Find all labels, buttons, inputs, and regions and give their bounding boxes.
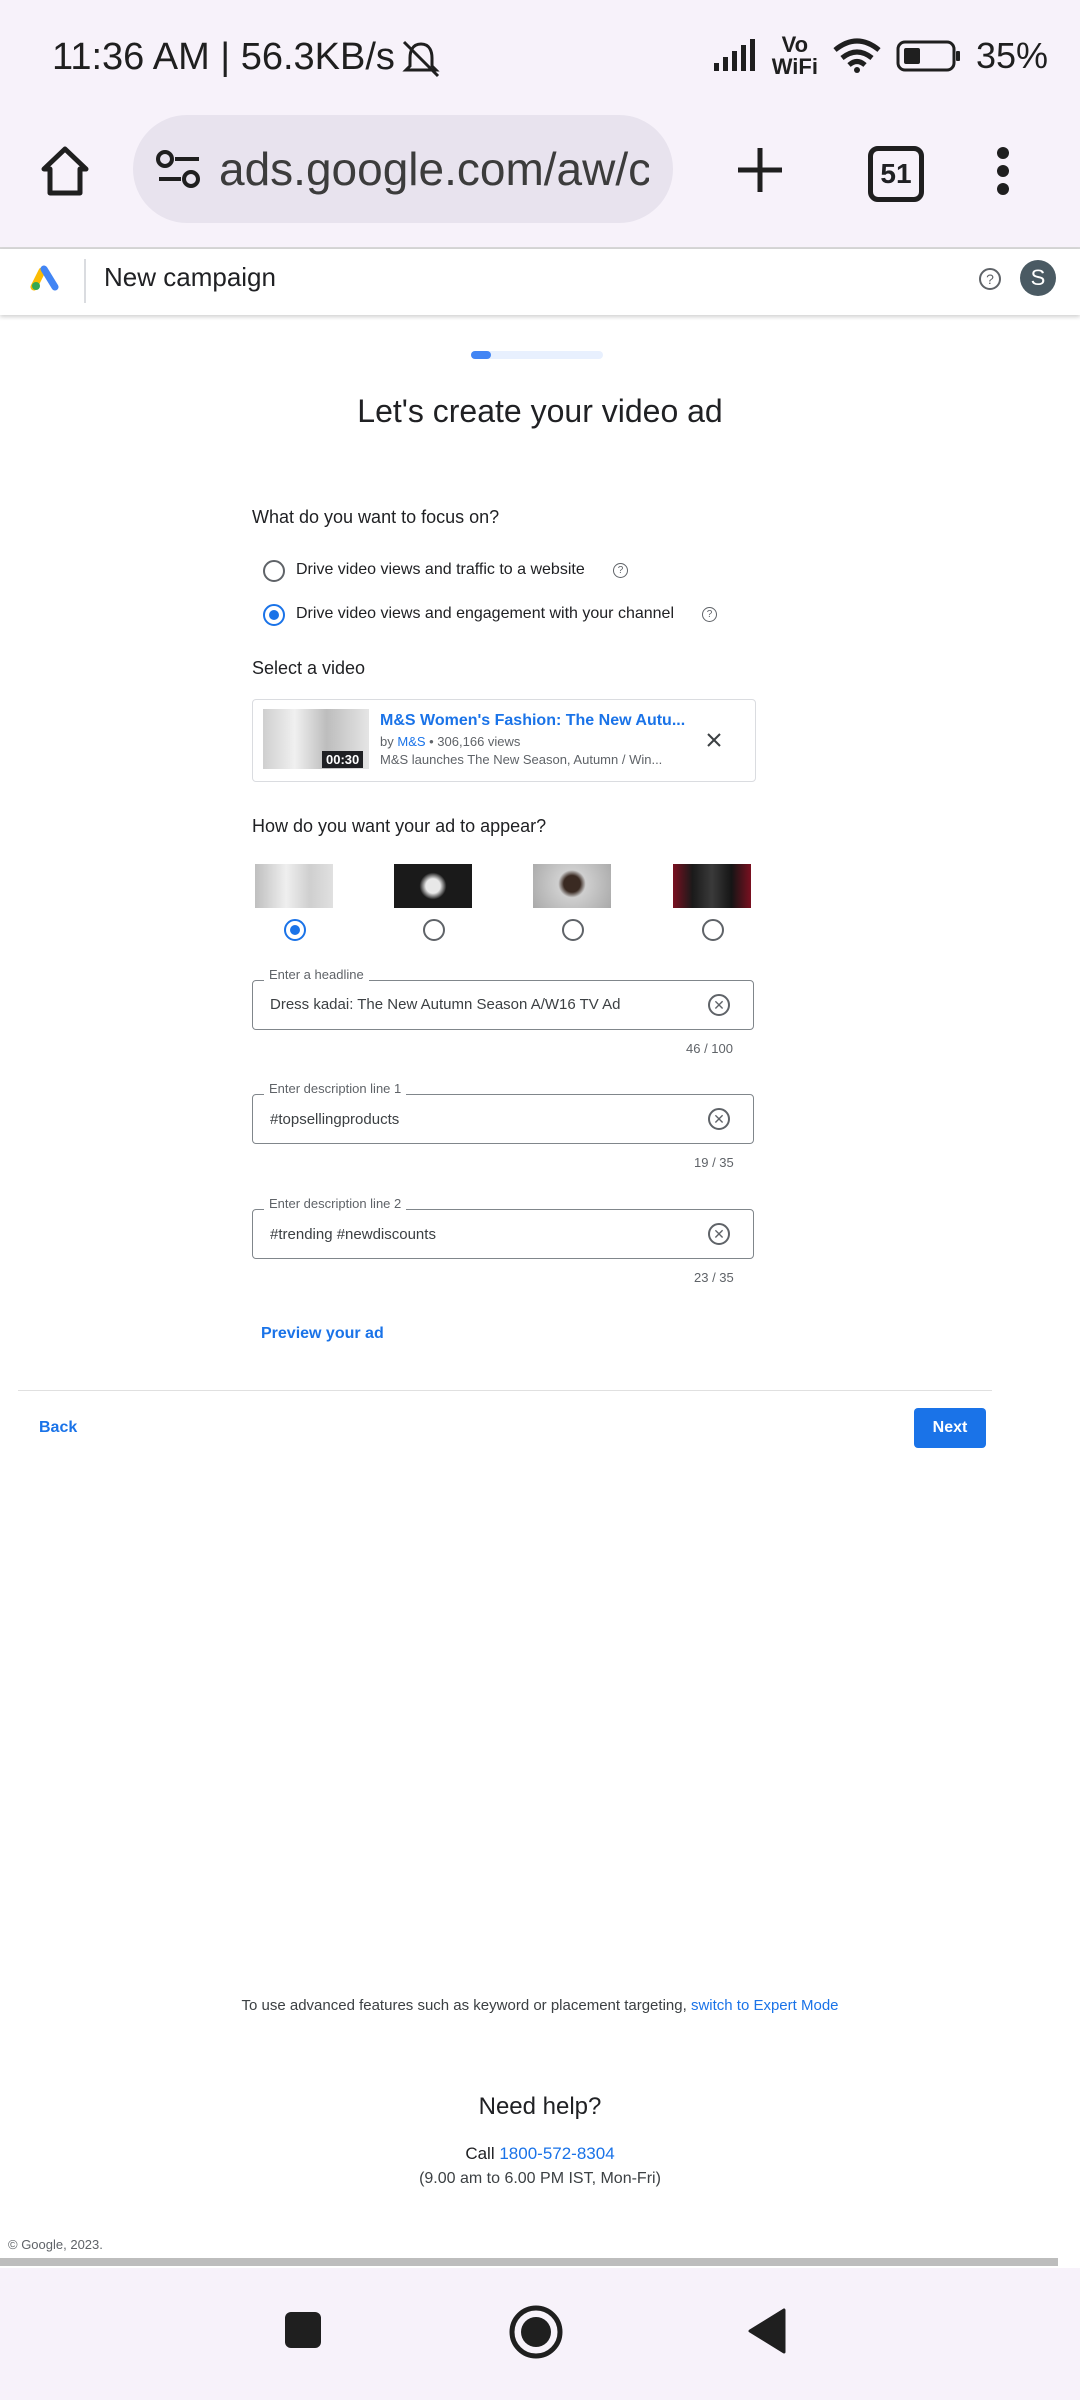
layout-option-3-radio[interactable] <box>562 919 584 941</box>
headline-field-label: Enter a headline <box>264 967 369 982</box>
appearance-label: How do you want your ad to appear? <box>252 816 547 836</box>
video-title[interactable]: M&S Women's Fashion: The New Autu... <box>380 712 685 730</box>
video-views: • 306,166 views <box>425 734 521 749</box>
description-2-field-label: Enter description line 2 <box>264 1196 407 1211</box>
headline-counter: 46 / 100 <box>686 1041 733 1056</box>
clear-description-2-icon[interactable]: ✕ <box>708 1223 730 1245</box>
focus-channel-radio[interactable] <box>263 604 285 626</box>
horizontal-scrollbar[interactable] <box>0 2258 1058 2266</box>
url-text[interactable]: ads.google.com/aw/c <box>219 142 649 196</box>
description-2-counter: 23 / 35 <box>694 1270 734 1285</box>
video-meta: by M&S • 306,166 views <box>380 734 520 749</box>
copyright: © Google, 2023. <box>8 2237 103 2252</box>
status-time: 11:36 AM | 56.3KB/s <box>52 36 395 78</box>
back-nav-icon[interactable] <box>746 2306 788 2356</box>
progress-fill <box>471 351 491 359</box>
video-channel-link[interactable]: M&S <box>397 734 425 749</box>
video-description: M&S launches The New Season, Autumn / Wi… <box>380 752 663 767</box>
wifi-icon <box>833 38 881 73</box>
phone-link[interactable]: 1800-572-8304 <box>499 2144 614 2163</box>
layout-option-1-thumbnail[interactable] <box>255 864 333 908</box>
help-icon[interactable]: ? <box>978 267 1002 291</box>
battery-icon <box>896 40 960 72</box>
need-help-title: Need help? <box>478 2093 602 2120</box>
focus-website-label[interactable]: Drive video views and traffic to a websi… <box>296 561 585 579</box>
description-2-value[interactable]: #trending #newdiscounts <box>270 1226 436 1243</box>
focus-website-radio[interactable] <box>263 560 285 582</box>
call-prefix: Call <box>465 2144 495 2163</box>
tab-switcher-button[interactable]: 51 <box>868 146 924 202</box>
layout-option-2-radio[interactable] <box>423 919 445 941</box>
account-avatar[interactable]: S <box>1020 260 1056 296</box>
layout-option-1-radio[interactable] <box>284 919 306 941</box>
preview-ad-link[interactable]: Preview your ad <box>261 1325 384 1343</box>
select-video-label: Select a video <box>252 658 366 678</box>
call-line: Call 1800-572-8304 <box>0 2144 1080 2164</box>
advanced-features-text: To use advanced features such as keyword… <box>241 1997 687 2014</box>
notifications-muted-icon <box>402 40 440 78</box>
battery-level: 35% <box>975 35 1048 76</box>
focus-channel-help-icon[interactable]: ? <box>702 607 717 622</box>
address-bar[interactable]: ads.google.com/aw/c <box>133 115 673 223</box>
layout-option-4-radio[interactable] <box>702 919 724 941</box>
status-icons: Vo WiFi 35% <box>712 34 1048 78</box>
layout-option-2-thumbnail[interactable] <box>394 864 472 908</box>
focus-channel-label[interactable]: Drive video views and engagement with yo… <box>296 605 674 623</box>
page-title: Let's create your video ad <box>357 393 723 429</box>
clear-headline-icon[interactable]: ✕ <box>708 994 730 1016</box>
new-tab-icon[interactable] <box>736 146 784 194</box>
clear-description-1-icon[interactable]: ✕ <box>708 1108 730 1130</box>
video-duration: 00:30 <box>322 751 364 768</box>
more-options-icon[interactable] <box>995 146 1011 196</box>
site-settings-icon[interactable] <box>155 149 203 189</box>
description-1-value[interactable]: #topsellingproducts <box>270 1111 399 1128</box>
header-divider <box>84 259 86 303</box>
page-header-title: New campaign <box>104 262 276 292</box>
expert-mode-link[interactable]: switch to Expert Mode <box>691 1997 839 2014</box>
focus-label: What do you want to focus on? <box>252 507 500 527</box>
next-button[interactable]: Next <box>914 1408 986 1448</box>
layout-option-4-thumbnail[interactable] <box>673 864 751 908</box>
description-1-counter: 19 / 35 <box>694 1155 734 1170</box>
vowifi-indicator: Vo WiFi <box>771 32 818 79</box>
headline-value[interactable]: Dress kadai: The New Autumn Season A/W16… <box>270 996 620 1013</box>
video-by: by <box>380 734 394 749</box>
home-icon[interactable] <box>40 145 90 197</box>
svg-text:?: ? <box>986 271 994 287</box>
google-ads-logo[interactable] <box>30 263 60 291</box>
home-button-icon[interactable] <box>508 2304 564 2360</box>
nav-divider <box>18 1390 992 1391</box>
description-1-field-label: Enter description line 1 <box>264 1081 407 1096</box>
signal-icon <box>713 39 755 71</box>
back-button[interactable]: Back <box>39 1419 77 1437</box>
remove-video-icon[interactable] <box>706 732 722 748</box>
support-hours: (9.00 am to 6.00 PM IST, Mon-Fri) <box>419 2170 661 2187</box>
advanced-features-note: To use advanced features such as keyword… <box>0 1997 1080 2014</box>
focus-website-help-icon[interactable]: ? <box>613 563 628 578</box>
layout-option-3-thumbnail[interactable] <box>533 864 611 908</box>
recent-apps-icon[interactable] <box>283 2310 323 2350</box>
